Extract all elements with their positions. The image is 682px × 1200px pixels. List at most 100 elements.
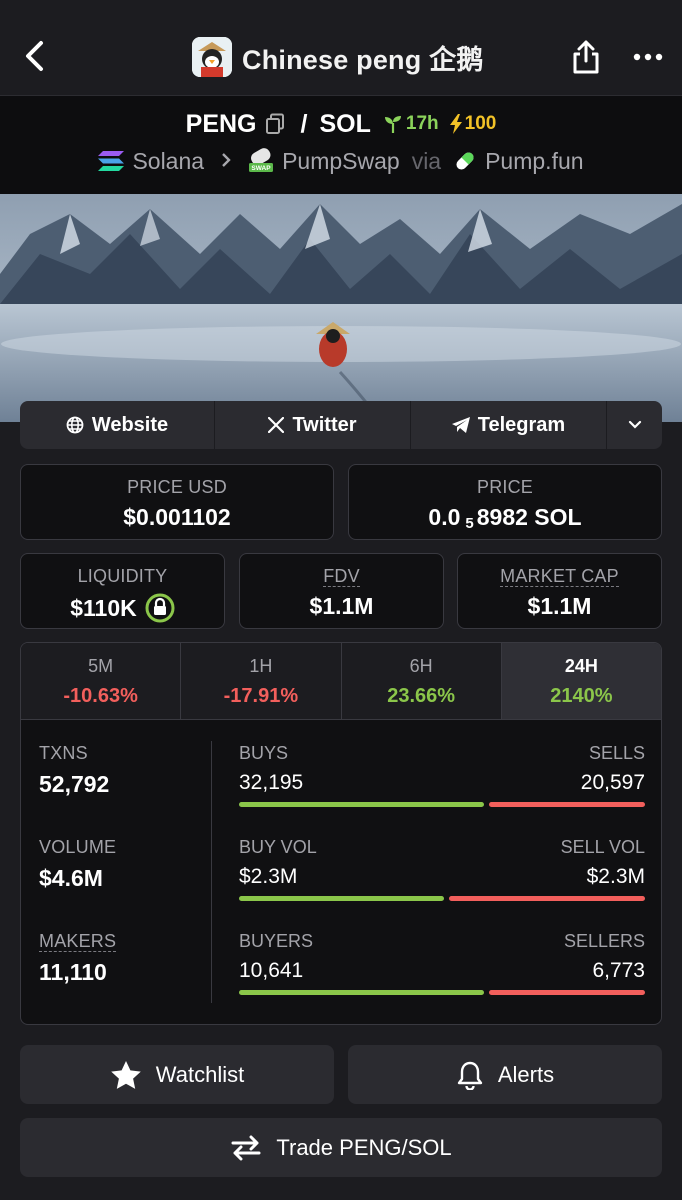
buy-vol-label: BUY VOL [239, 837, 317, 857]
globe-icon [66, 416, 84, 434]
price-usd-value: $0.001102 [123, 504, 231, 530]
price-usd-card: PRICE USD $0.001102 [20, 464, 334, 540]
price-sol-label: PRICE [476, 477, 533, 497]
price-sol-suffix: 8982 SOL [476, 504, 582, 530]
pair-separator: / [300, 109, 308, 138]
price-sol-zero-count: 5 [465, 515, 474, 532]
market-cap-card: MARKET CAP $1.1M [457, 553, 662, 629]
sells-bar [489, 802, 645, 807]
pair-info-bar: PENG / SOL 17h 100 Solana SWAP PumpSwap … [0, 96, 682, 194]
pair-row: PENG / SOL 17h 100 [0, 108, 682, 140]
price-sol-card: PRICE 0.0 5 8982 SOL [348, 464, 662, 540]
more-button[interactable] [628, 36, 668, 78]
buyers-sellers-block: BUYERS SELLERS 10,641 6,773 [239, 931, 645, 1024]
chain-breadcrumb: Solana SWAP PumpSwap via Pump.fun [0, 146, 682, 176]
sells-label: SELLS [588, 743, 645, 763]
price-usd-label: PRICE USD [127, 477, 227, 497]
back-button[interactable] [14, 36, 54, 76]
tab-1h-label: 1H [249, 656, 273, 676]
token-banner-image [0, 194, 682, 422]
fdv-label[interactable]: FDV [323, 566, 360, 587]
buyers-sellers-bar [239, 990, 645, 995]
sellers-bar [489, 990, 645, 995]
chain-name[interactable]: Solana [132, 148, 204, 175]
buys-value: 32,195 [239, 771, 304, 794]
summary-metrics: TXNS 52,792 VOLUME $4.6M MAKERS 11,110 [39, 743, 209, 1024]
pair-age-value: 17h [405, 113, 439, 134]
boost-badge[interactable]: 100 [449, 113, 496, 135]
tab-1h-change: -17.91% [223, 685, 299, 707]
quote-symbol: SOL [319, 109, 371, 138]
tab-24h[interactable]: 24H 2140% [501, 643, 661, 719]
makers-metric: MAKERS 11,110 [39, 931, 209, 1024]
bell-icon [457, 1061, 483, 1090]
tab-24h-label: 24H [564, 656, 598, 676]
tab-5m-change: -10.63% [63, 685, 138, 707]
svg-text:SWAP: SWAP [251, 165, 271, 172]
tab-5m-label: 5M [88, 656, 114, 676]
trade-button[interactable]: Trade PENG/SOL [20, 1118, 662, 1177]
price-sol-prefix: 0.0 [428, 504, 461, 530]
buys-sells-bar [239, 802, 645, 807]
buyers-bar [239, 990, 484, 995]
sellers-label: SELLERS [563, 931, 645, 951]
more-links-dropdown[interactable] [607, 401, 662, 449]
sells-value: 20,597 [580, 771, 645, 794]
via-label: via [411, 147, 442, 174]
column-divider [211, 741, 212, 1003]
twitter-link[interactable]: Twitter [215, 401, 411, 449]
fdv-value: $1.1M [309, 593, 374, 619]
alerts-label: Alerts [497, 1061, 555, 1087]
chevron-left-icon [26, 41, 43, 71]
lock-icon[interactable] [145, 593, 175, 623]
buy-vol-bar [239, 896, 444, 901]
website-link[interactable]: Website [20, 401, 215, 449]
txns-label: TXNS [39, 743, 88, 763]
watchlist-button[interactable]: Watchlist [20, 1045, 334, 1104]
base-symbol: PENG [185, 109, 257, 138]
liquidity-value-row: $110K [21, 593, 224, 623]
volume-metric: VOLUME $4.6M [39, 837, 209, 931]
timeframe-tabs: 5M -10.63% 1H -17.91% 6H 23.66% 24H 2140… [21, 643, 661, 720]
liquidity-card: LIQUIDITY $110K [20, 553, 225, 629]
breadcrumb-chevron-icon [220, 148, 232, 175]
sellers-value: 6,773 [592, 959, 645, 982]
volume-value: $4.6M [39, 865, 103, 891]
liquidity-value: $110K [70, 594, 137, 621]
price-sol-value: 0.0 5 8982 SOL [349, 504, 661, 532]
buy-sell-volume-bar [239, 896, 645, 901]
fdv-card: FDV $1.1M [239, 553, 444, 629]
dex-name[interactable]: PumpSwap [282, 148, 400, 175]
token-title-group: Chinese peng 企鹅 [192, 36, 484, 78]
launchpad-name[interactable]: Pump.fun [485, 148, 583, 175]
liquidity-label: LIQUIDITY [77, 566, 168, 586]
volume-label: VOLUME [39, 837, 117, 857]
pair-age: 17h [383, 113, 439, 135]
share-button[interactable] [566, 36, 606, 78]
twitter-label: Twitter [292, 413, 357, 436]
copy-icon[interactable] [265, 113, 285, 135]
tab-5m[interactable]: 5M -10.63% [21, 643, 182, 719]
telegram-label: Telegram [477, 413, 566, 436]
page-title: Chinese peng 企鹅 [242, 44, 484, 75]
buys-bar [239, 802, 484, 807]
tab-6h[interactable]: 6H 23.66% [341, 643, 502, 719]
tab-24h-change: 2140% [550, 685, 613, 707]
market-cap-label[interactable]: MARKET CAP [500, 566, 619, 587]
watchlist-label: Watchlist [155, 1061, 245, 1087]
tab-1h[interactable]: 1H -17.91% [181, 643, 342, 719]
share-icon [573, 40, 599, 74]
alerts-button[interactable]: Alerts [348, 1045, 662, 1104]
trading-stats-panel: 5M -10.63% 1H -17.91% 6H 23.66% 24H 2140… [20, 642, 662, 1025]
buyers-label: BUYERS [239, 931, 314, 951]
makers-label[interactable]: MAKERS [39, 931, 117, 952]
telegram-link[interactable]: Telegram [411, 401, 607, 449]
txns-metric: TXNS 52,792 [39, 743, 209, 837]
pumpswap-icon: SWAP [249, 148, 274, 172]
buys-label: BUYS [239, 743, 289, 763]
sell-vol-value: $2.3M [586, 865, 645, 888]
buyers-value: 10,641 [239, 959, 304, 982]
seedling-icon [384, 116, 401, 133]
tab-6h-change: 23.66% [387, 685, 456, 707]
social-links-bar: Website Twitter Telegram [20, 401, 662, 449]
